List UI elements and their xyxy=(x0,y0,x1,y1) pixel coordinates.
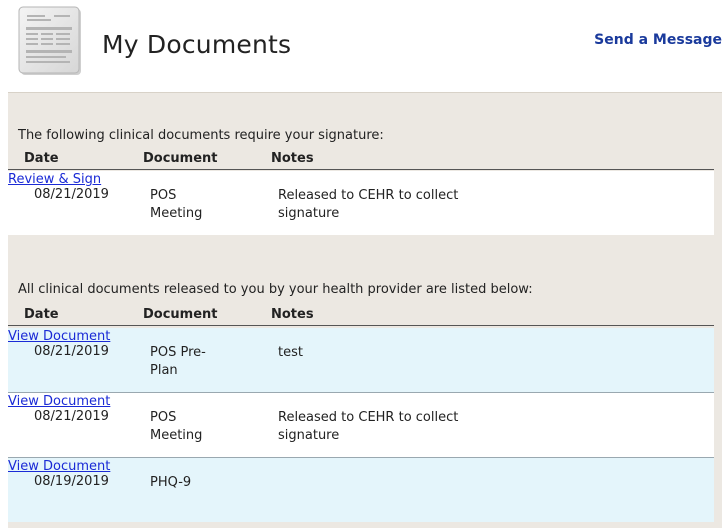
view-document-link[interactable]: View Document xyxy=(8,394,110,409)
column-header-document: Document xyxy=(143,307,218,322)
document-icon xyxy=(18,6,81,75)
table-row: 08/21/2019 POS Pre-Plan test View Docume… xyxy=(8,328,714,393)
table-row: 08/21/2019 POS Meeting Released to CEHR … xyxy=(8,171,714,235)
page-header: My Documents Send a Message xyxy=(0,0,722,92)
row-date: 08/21/2019 xyxy=(34,344,109,359)
send-message-link[interactable]: Send a Message xyxy=(594,32,722,48)
table-row: 08/21/2019 POS Meeting Released to CEHR … xyxy=(8,393,714,458)
row-document: POS Meeting xyxy=(150,410,203,443)
row-document: POS Meeting xyxy=(150,188,203,221)
row-notes: Released to CEHR to collect signature xyxy=(278,188,459,221)
row-notes: Released to CEHR to collect signature xyxy=(278,410,459,443)
row-document: PHQ-9 xyxy=(150,475,192,490)
view-document-link[interactable]: View Document xyxy=(8,329,110,344)
row-notes: test xyxy=(278,345,303,360)
signature-table-header: Date Document Notes xyxy=(8,149,714,170)
column-header-notes: Notes xyxy=(271,307,314,322)
row-date: 08/21/2019 xyxy=(34,187,109,202)
column-header-notes: Notes xyxy=(271,151,314,166)
row-date: 08/19/2019 xyxy=(34,474,109,489)
column-header-date: Date xyxy=(24,151,59,166)
released-intro-text: All clinical documents released to you b… xyxy=(18,282,533,297)
row-date: 08/21/2019 xyxy=(34,409,109,424)
review-sign-link[interactable]: Review & Sign xyxy=(8,172,101,187)
table-row: 08/19/2019 PHQ-9 View Document xyxy=(8,458,714,522)
documents-panel: The following clinical documents require… xyxy=(8,92,722,528)
column-header-document: Document xyxy=(143,151,218,166)
row-document: POS Pre-Plan xyxy=(150,345,206,378)
page-title: My Documents xyxy=(102,30,292,59)
released-table-header: Date Document Notes xyxy=(8,305,714,326)
view-document-link[interactable]: View Document xyxy=(8,459,110,474)
column-header-date: Date xyxy=(24,307,59,322)
signature-intro-text: The following clinical documents require… xyxy=(18,128,384,143)
